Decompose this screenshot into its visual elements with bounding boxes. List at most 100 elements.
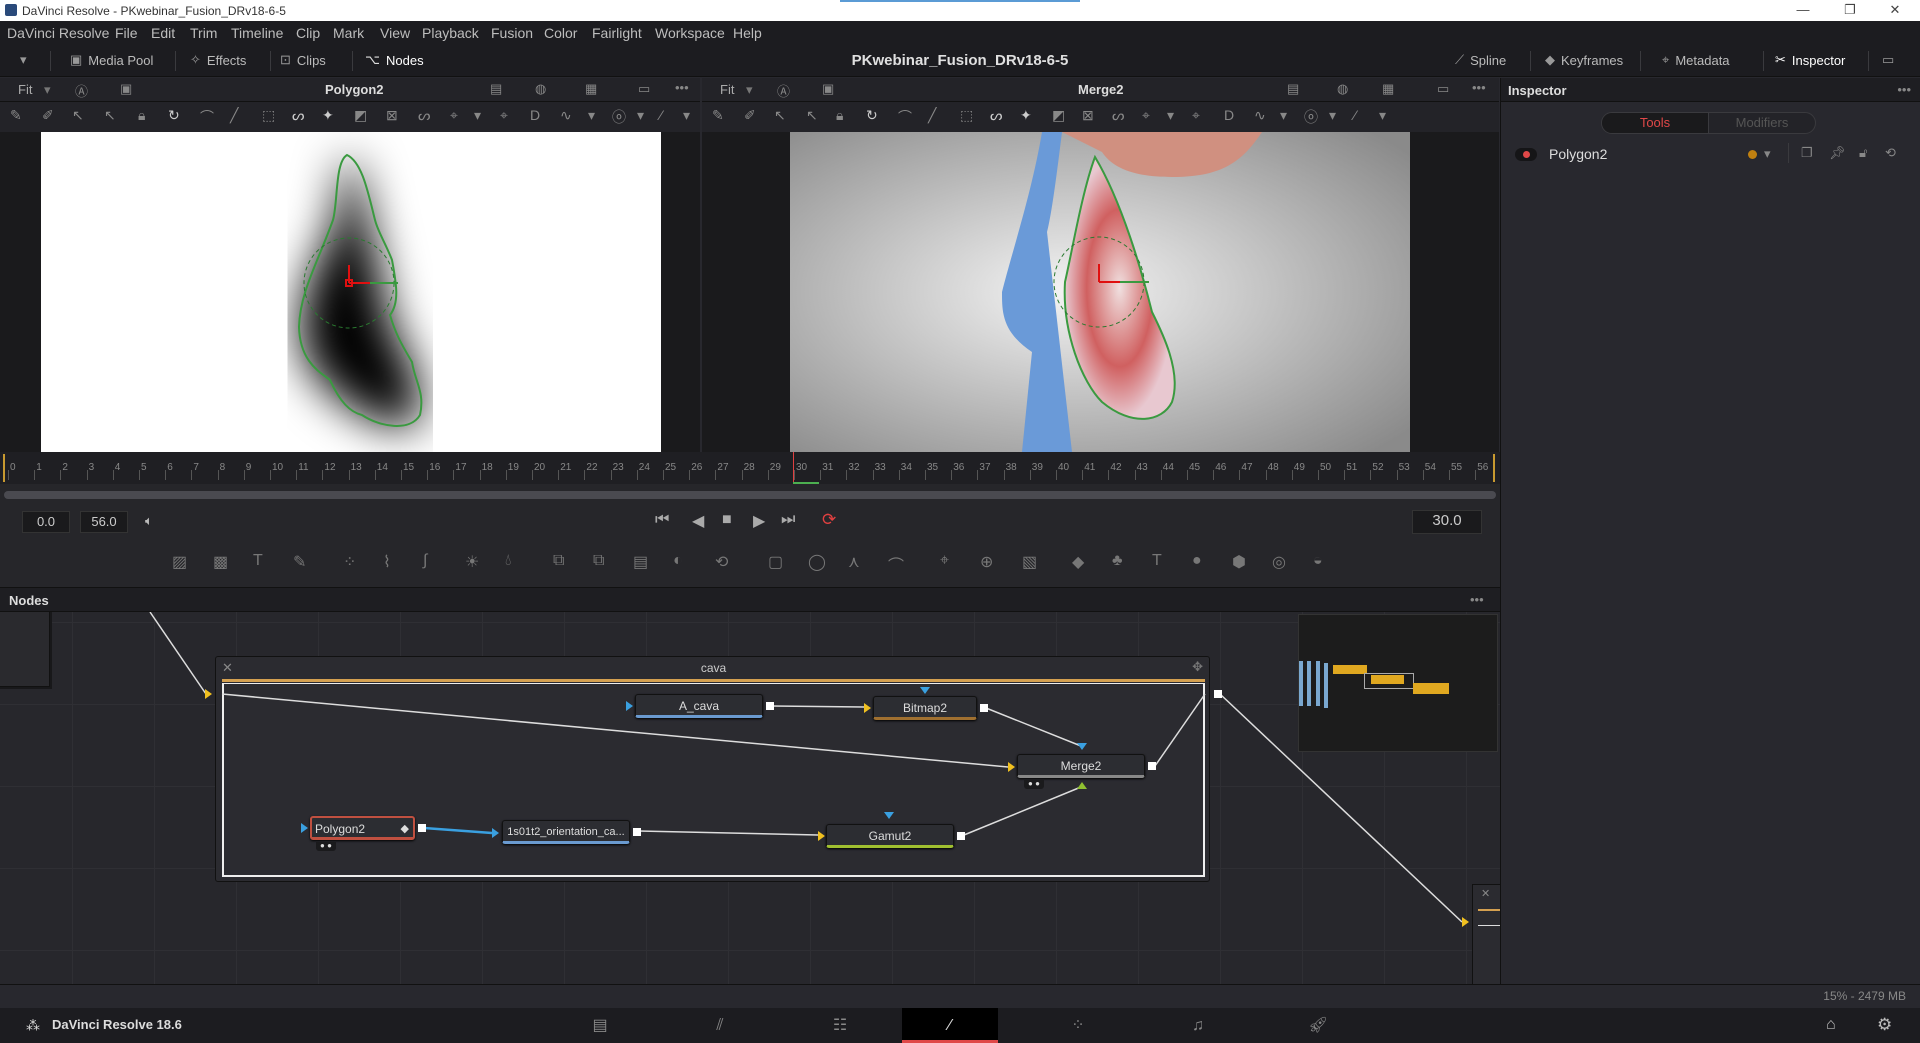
input-port[interactable] — [301, 823, 308, 833]
chevron-down-icon[interactable]: ▾ — [1167, 107, 1174, 124]
add-point-icon[interactable]: ✎ — [10, 107, 22, 124]
left-viewer[interactable] — [0, 132, 700, 452]
clips-button[interactable]: ⊡ Clips — [280, 52, 326, 68]
metadata-button[interactable]: ⌖ Metadata — [1662, 52, 1730, 68]
chevron-down-icon[interactable]: ▾ — [637, 107, 644, 124]
menu-fairlight[interactable]: Fairlight — [592, 25, 642, 41]
grid-icon[interactable]: ▦ — [585, 81, 597, 97]
output-port[interactable] — [957, 832, 965, 840]
linear-icon[interactable]: ╱ — [230, 107, 238, 124]
imageplane3d-icon[interactable]: ◒ — [1313, 552, 1323, 570]
roi-icon[interactable]: ▣ — [120, 81, 132, 97]
draw-icon[interactable]: ✐ — [42, 107, 54, 124]
insert-icon[interactable]: ⌖ — [1142, 107, 1150, 124]
menu-playback[interactable]: Playback — [422, 25, 479, 41]
color-channels-icon[interactable]: ◍ — [535, 81, 546, 97]
output-port[interactable] — [1148, 762, 1156, 770]
tab-modifiers[interactable]: Modifiers — [1709, 113, 1815, 133]
fastnoise-tool-icon[interactable]: ▩ — [213, 552, 228, 572]
node-polygon2[interactable]: Polygon2 ◆ — [310, 816, 415, 840]
chevron-down-icon[interactable]: ▾ — [683, 107, 690, 124]
node-orientation-clip[interactable]: 1s01t2_orientation_ca... — [502, 820, 630, 844]
insert-icon[interactable]: ⌖ — [450, 107, 458, 124]
chevron-down-icon[interactable]: ▾ — [588, 107, 595, 124]
menu-help[interactable]: Help — [733, 25, 762, 41]
select-icon[interactable]: ↖ — [72, 107, 84, 124]
grid-icon[interactable]: ▦ — [1382, 81, 1394, 97]
group-collapsed[interactable]: ✕ — [1472, 884, 1500, 984]
inspector-button[interactable]: ✂ Inspector — [1775, 52, 1845, 68]
text3d-icon[interactable]: T — [1152, 552, 1162, 570]
move-icon[interactable]: ✥ — [1192, 659, 1203, 675]
merge-tool-icon[interactable]: ⧉ — [553, 552, 564, 570]
menu-edit[interactable]: Edit — [151, 25, 175, 41]
channel-icon[interactable]: Ⓐ — [777, 81, 790, 100]
background-input-port[interactable] — [1008, 762, 1015, 772]
page-edit[interactable]: ☷ — [792, 1008, 888, 1043]
loader-tool-icon[interactable]: ◐ — [673, 552, 683, 570]
media-pool-button[interactable]: ▣ Media Pool — [70, 52, 153, 68]
pin-icon[interactable]: 📌︎ — [1829, 145, 1846, 161]
smooth-icon[interactable]: ⌒ — [898, 107, 912, 127]
node-merge2[interactable]: Merge2 — [1017, 754, 1145, 778]
show-handles-icon[interactable]: ᔕ — [990, 107, 1002, 124]
brightness-tool-icon[interactable]: ☀ — [465, 552, 479, 572]
menu-workspace[interactable]: Workspace — [655, 25, 725, 41]
tool-enable-toggle[interactable] — [1515, 148, 1537, 161]
chevron-down-icon[interactable]: ▾ — [474, 107, 481, 124]
chevron-down-icon[interactable]: ▾ — [44, 82, 51, 98]
chevron-down-icon[interactable]: ▾ — [1764, 146, 1771, 162]
shape-box-icon[interactable]: ◩ — [354, 107, 367, 124]
color-channels-icon[interactable]: ◍ — [1337, 81, 1348, 97]
scrub-bar[interactable] — [0, 484, 1500, 506]
range-slider[interactable] — [4, 491, 1496, 499]
page-deliver[interactable]: 🚀︎ — [1270, 1008, 1366, 1043]
roto-assist-icon[interactable]: D — [1224, 107, 1234, 123]
right-viewer[interactable] — [702, 132, 1499, 452]
close-group-icon[interactable]: ✕ — [1481, 887, 1490, 900]
menu-fusion[interactable]: Fusion — [491, 25, 533, 41]
menu-timeline[interactable]: Timeline — [231, 25, 283, 41]
group-input-port[interactable] — [1462, 917, 1469, 927]
spline-button[interactable]: ⟋ Spline — [1455, 52, 1506, 68]
page-color[interactable]: ⁘ — [1030, 1008, 1126, 1043]
output-port[interactable] — [633, 828, 641, 836]
safe-frame-icon[interactable]: ▭ — [1437, 81, 1449, 97]
node-view-indicator[interactable]: ● ● — [316, 842, 336, 851]
background-tool-icon[interactable]: ▨ — [172, 552, 187, 572]
tracker-tool-icon[interactable]: ⌖ — [940, 552, 949, 570]
close-spline-icon[interactable]: ↻ — [866, 107, 878, 124]
modify-icon[interactable]: ↖ — [806, 107, 818, 124]
linear-icon[interactable]: ╱ — [928, 107, 936, 124]
mask-input-port[interactable] — [920, 687, 930, 694]
maximize-button[interactable]: ❐ — [1830, 2, 1870, 18]
particles-tool-icon[interactable]: ⁘ — [343, 552, 356, 572]
more-options-icon[interactable]: ••• — [1470, 592, 1484, 607]
more-options-icon[interactable]: ••• — [1472, 80, 1486, 95]
range-marker[interactable] — [1493, 454, 1495, 482]
magic-wand-icon[interactable]: ⁄ — [1354, 107, 1356, 123]
page-fairlight[interactable]: ♫ — [1150, 1008, 1246, 1043]
output-port[interactable] — [418, 824, 426, 832]
wave-icon[interactable]: ∿ — [560, 107, 572, 124]
fullscreen-toggle-button[interactable]: ▭ — [1882, 52, 1894, 68]
select-all-icon[interactable]: ⬚ — [960, 107, 973, 124]
bspline-mask-icon[interactable]: ⌒ — [888, 552, 904, 576]
publish-icon[interactable]: ⌖ — [500, 107, 508, 124]
panel-toggle-button[interactable]: ▾ — [20, 52, 27, 68]
add-point-icon[interactable]: ✎ — [712, 107, 724, 124]
menu-clip[interactable]: Clip — [296, 25, 320, 41]
current-frame-field[interactable]: 30.0 — [1412, 510, 1482, 534]
channel-boolean-tool-icon[interactable]: ⧉ — [593, 552, 604, 570]
menu-file[interactable]: File — [115, 25, 138, 41]
page-fusion[interactable]: ⁄ — [902, 1008, 998, 1043]
wave-icon[interactable]: ∿ — [1254, 107, 1266, 124]
node-editor[interactable]: ✕ cava ✥ A_cava Bitmap2 Merge2 ● ● Polyg… — [0, 612, 1500, 984]
range-marker[interactable] — [3, 454, 5, 482]
menu-trim[interactable]: Trim — [190, 25, 217, 41]
loop-icon[interactable]: ⟳ — [822, 510, 836, 530]
text-tool-icon[interactable]: T — [253, 552, 263, 570]
settings-gear-icon[interactable]: ⚙ — [1877, 1015, 1892, 1035]
minimize-button[interactable]: — — [1783, 2, 1823, 17]
mask-input-port[interactable] — [884, 812, 894, 819]
